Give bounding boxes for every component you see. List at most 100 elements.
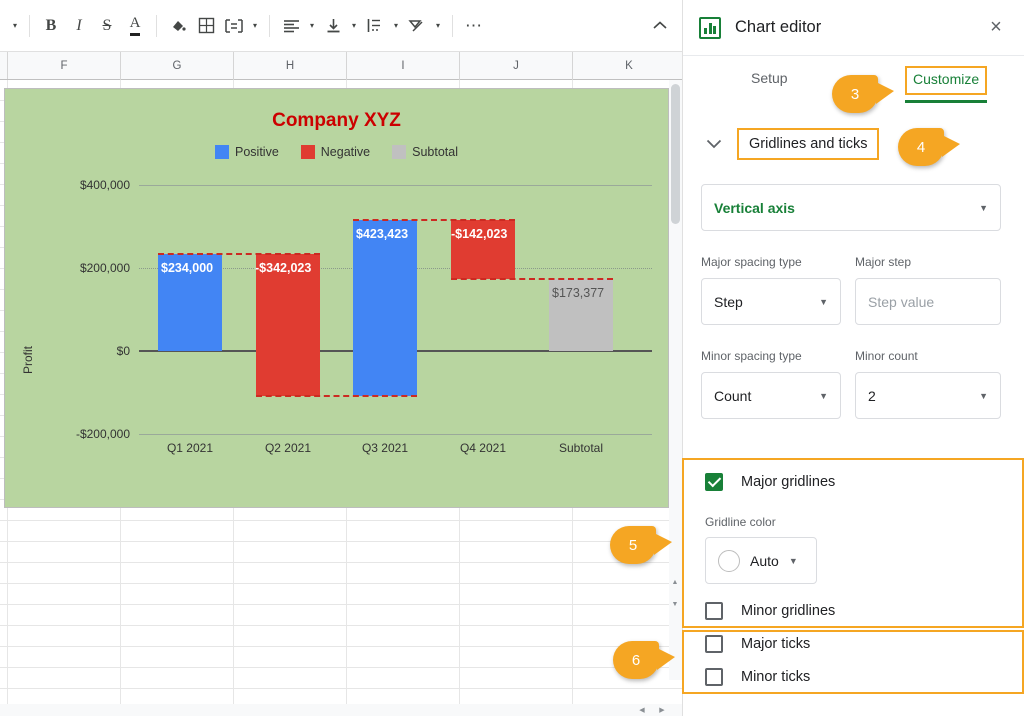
grid-cell[interactable]	[460, 542, 573, 562]
minor-gridlines-checkbox[interactable]	[705, 602, 723, 620]
major-gridlines-checkbox[interactable]	[705, 473, 723, 491]
grid-cell[interactable]	[460, 668, 573, 688]
grid-cell[interactable]	[234, 584, 347, 604]
grid-cell[interactable]	[8, 542, 121, 562]
grid-row[interactable]	[0, 521, 686, 542]
vertical-scrollbar-thumb[interactable]	[671, 84, 680, 224]
grid-row[interactable]	[0, 542, 686, 563]
strikethrough-button[interactable]: S	[93, 12, 121, 40]
horizontal-align-caret[interactable]: ▾	[305, 12, 319, 40]
column-header-j[interactable]: J	[460, 52, 573, 80]
vertical-align-icon[interactable]	[319, 12, 347, 40]
column-header-k[interactable]: K	[573, 52, 686, 80]
scroll-right-arrow[interactable]: ▶	[656, 706, 668, 714]
grid-cell[interactable]	[121, 521, 234, 541]
text-rotation-icon[interactable]	[403, 12, 431, 40]
major-gridlines-row[interactable]: Major gridlines	[705, 473, 835, 491]
grid-cell[interactable]	[234, 668, 347, 688]
tab-setup[interactable]: Setup	[751, 70, 788, 86]
chevron-down-icon[interactable]	[703, 133, 725, 155]
scroll-up-arrow[interactable]: ▲	[669, 579, 681, 586]
grid-row[interactable]	[0, 668, 686, 689]
horizontal-scrollbar[interactable]: ◀ ▶	[0, 704, 682, 716]
grid-cell[interactable]	[8, 626, 121, 646]
grid-cell[interactable]	[8, 563, 121, 583]
grid-cell[interactable]	[347, 563, 460, 583]
scroll-down-arrow[interactable]: ▼	[669, 601, 681, 608]
italic-button[interactable]: I	[65, 12, 93, 40]
minor-ticks-checkbox[interactable]	[705, 668, 723, 686]
close-icon[interactable]: ×	[983, 15, 1009, 41]
bold-button[interactable]: B	[37, 12, 65, 40]
grid-cell[interactable]	[460, 626, 573, 646]
axis-select[interactable]: Vertical axis ▼	[701, 184, 1001, 231]
grid-cell[interactable]	[8, 605, 121, 625]
grid-cell[interactable]	[347, 584, 460, 604]
grid-cell[interactable]	[121, 584, 234, 604]
major-ticks-row[interactable]: Major ticks	[705, 635, 810, 653]
grid-cell[interactable]	[460, 584, 573, 604]
major-step-input[interactable]: Step value	[855, 278, 1001, 325]
column-header-i[interactable]: I	[347, 52, 460, 80]
grid-cell[interactable]	[121, 563, 234, 583]
vertical-align-caret[interactable]: ▾	[347, 12, 361, 40]
grid-row[interactable]	[0, 626, 686, 647]
grid-cell[interactable]	[234, 542, 347, 562]
grid-cell[interactable]	[121, 668, 234, 688]
text-rotation-caret[interactable]: ▾	[431, 12, 445, 40]
grid-cell[interactable]	[347, 605, 460, 625]
grid-cell[interactable]	[8, 647, 121, 667]
text-wrapping-icon[interactable]	[361, 12, 389, 40]
text-color-button[interactable]: A	[121, 12, 149, 40]
bar-q2-2021[interactable]	[256, 254, 320, 396]
column-header-g[interactable]: G	[121, 52, 234, 80]
gridline-color-select[interactable]: Auto ▼	[705, 537, 817, 584]
grid-cell[interactable]	[460, 563, 573, 583]
grid-row[interactable]	[0, 584, 686, 605]
minor-ticks-row[interactable]: Minor ticks	[705, 668, 810, 686]
grid-cell[interactable]	[347, 668, 460, 688]
grid-cell[interactable]	[121, 605, 234, 625]
horizontal-align-icon[interactable]	[277, 12, 305, 40]
major-spacing-type-select[interactable]: Step ▼	[701, 278, 841, 325]
grid-cell[interactable]	[234, 563, 347, 583]
tab-customize[interactable]: Customize	[905, 66, 988, 95]
grid-cell[interactable]	[8, 668, 121, 688]
merge-cells-icon[interactable]	[220, 12, 248, 40]
grid-row[interactable]	[0, 605, 686, 626]
grid-row[interactable]	[0, 563, 686, 584]
gridlines-and-ticks-section-header[interactable]: Gridlines and ticks	[683, 122, 1024, 166]
borders-icon[interactable]	[192, 12, 220, 40]
minor-count-select[interactable]: 2 ▼	[855, 372, 1001, 419]
grid-cell[interactable]	[460, 521, 573, 541]
grid-cell[interactable]	[8, 521, 121, 541]
grid-cell[interactable]	[234, 626, 347, 646]
grid-cell[interactable]	[121, 626, 234, 646]
chart-object[interactable]: Company XYZ Positive Negative Subtotal $…	[4, 88, 669, 508]
minor-spacing-type-select[interactable]: Count ▼	[701, 372, 841, 419]
grid-cell[interactable]	[234, 647, 347, 667]
bar-q3-2021[interactable]	[353, 220, 417, 396]
grid-cell[interactable]	[347, 521, 460, 541]
fill-color-icon[interactable]	[164, 12, 192, 40]
column-header-f[interactable]: F	[8, 52, 121, 80]
font-size-dropdown-caret[interactable]: ▾	[8, 12, 22, 40]
minor-gridlines-row[interactable]: Minor gridlines	[705, 602, 835, 620]
grid-cell[interactable]	[121, 647, 234, 667]
more-options-button[interactable]: ⋯	[460, 12, 488, 40]
grid-cell[interactable]	[347, 626, 460, 646]
grid-cell[interactable]	[347, 647, 460, 667]
scroll-left-arrow[interactable]: ◀	[636, 706, 648, 714]
grid-cell[interactable]	[234, 521, 347, 541]
major-ticks-checkbox[interactable]	[705, 635, 723, 653]
column-header-h[interactable]: H	[234, 52, 347, 80]
vertical-scrollbar[interactable]: ▲ ▼	[669, 80, 682, 680]
text-wrapping-caret[interactable]: ▾	[389, 12, 403, 40]
grid-row[interactable]	[0, 647, 686, 668]
grid-cell[interactable]	[8, 584, 121, 604]
grid-cell[interactable]	[234, 605, 347, 625]
grid-cell[interactable]	[347, 542, 460, 562]
grid-cell[interactable]	[121, 542, 234, 562]
merge-cells-caret[interactable]: ▾	[248, 12, 262, 40]
collapse-toolbar-button[interactable]	[646, 12, 674, 40]
